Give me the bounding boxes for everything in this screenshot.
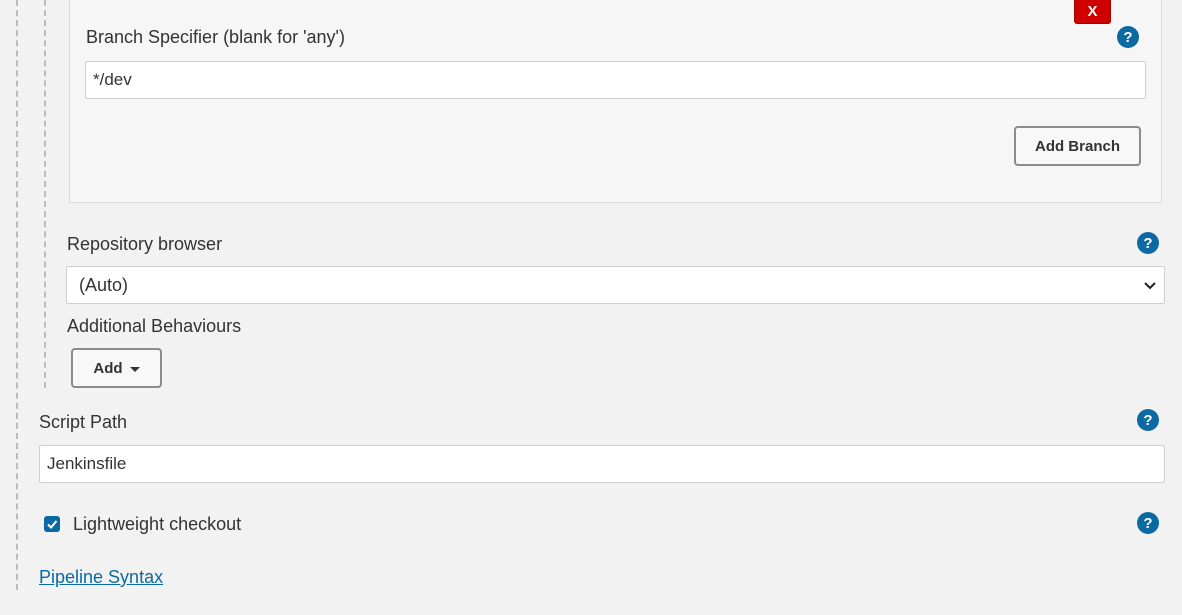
repository-browser-help-icon[interactable]: ? <box>1137 232 1159 254</box>
pipeline-syntax-link[interactable]: Pipeline Syntax <box>39 567 163 588</box>
nesting-guide-inner <box>44 0 46 388</box>
additional-behaviours-label: Additional Behaviours <box>67 316 242 336</box>
branch-specifier-input[interactable] <box>85 61 1146 99</box>
script-path-input[interactable] <box>39 445 1165 483</box>
pipeline-config-section: X Branch Specifier (blank for 'any') ? A… <box>0 0 1182 615</box>
branch-specifier-help-icon[interactable]: ? <box>1117 26 1139 48</box>
repository-browser-label: Repository browser <box>67 234 223 254</box>
add-behaviour-button[interactable]: Add <box>71 348 162 388</box>
script-path-help-icon[interactable]: ? <box>1137 409 1159 431</box>
branch-specifier-label: Branch Specifier (blank for 'any') <box>86 27 345 47</box>
add-branch-button[interactable]: Add Branch <box>1014 126 1141 166</box>
caret-down-icon <box>129 366 140 372</box>
checkmark-icon <box>47 520 58 529</box>
lightweight-checkout-checkbox[interactable] <box>44 516 60 532</box>
lightweight-checkout-help-icon[interactable]: ? <box>1137 512 1159 534</box>
repository-browser-select[interactable]: (Auto) <box>66 266 1165 304</box>
add-behaviour-button-label: Add <box>93 359 123 377</box>
nesting-guide-outer <box>16 0 18 590</box>
delete-branch-button[interactable]: X <box>1074 0 1111 24</box>
script-path-label: Script Path <box>39 412 128 432</box>
repository-browser-selected-value: (Auto) <box>79 274 129 295</box>
lightweight-checkout-label: Lightweight checkout <box>73 514 242 534</box>
chevron-down-icon <box>1144 282 1156 290</box>
